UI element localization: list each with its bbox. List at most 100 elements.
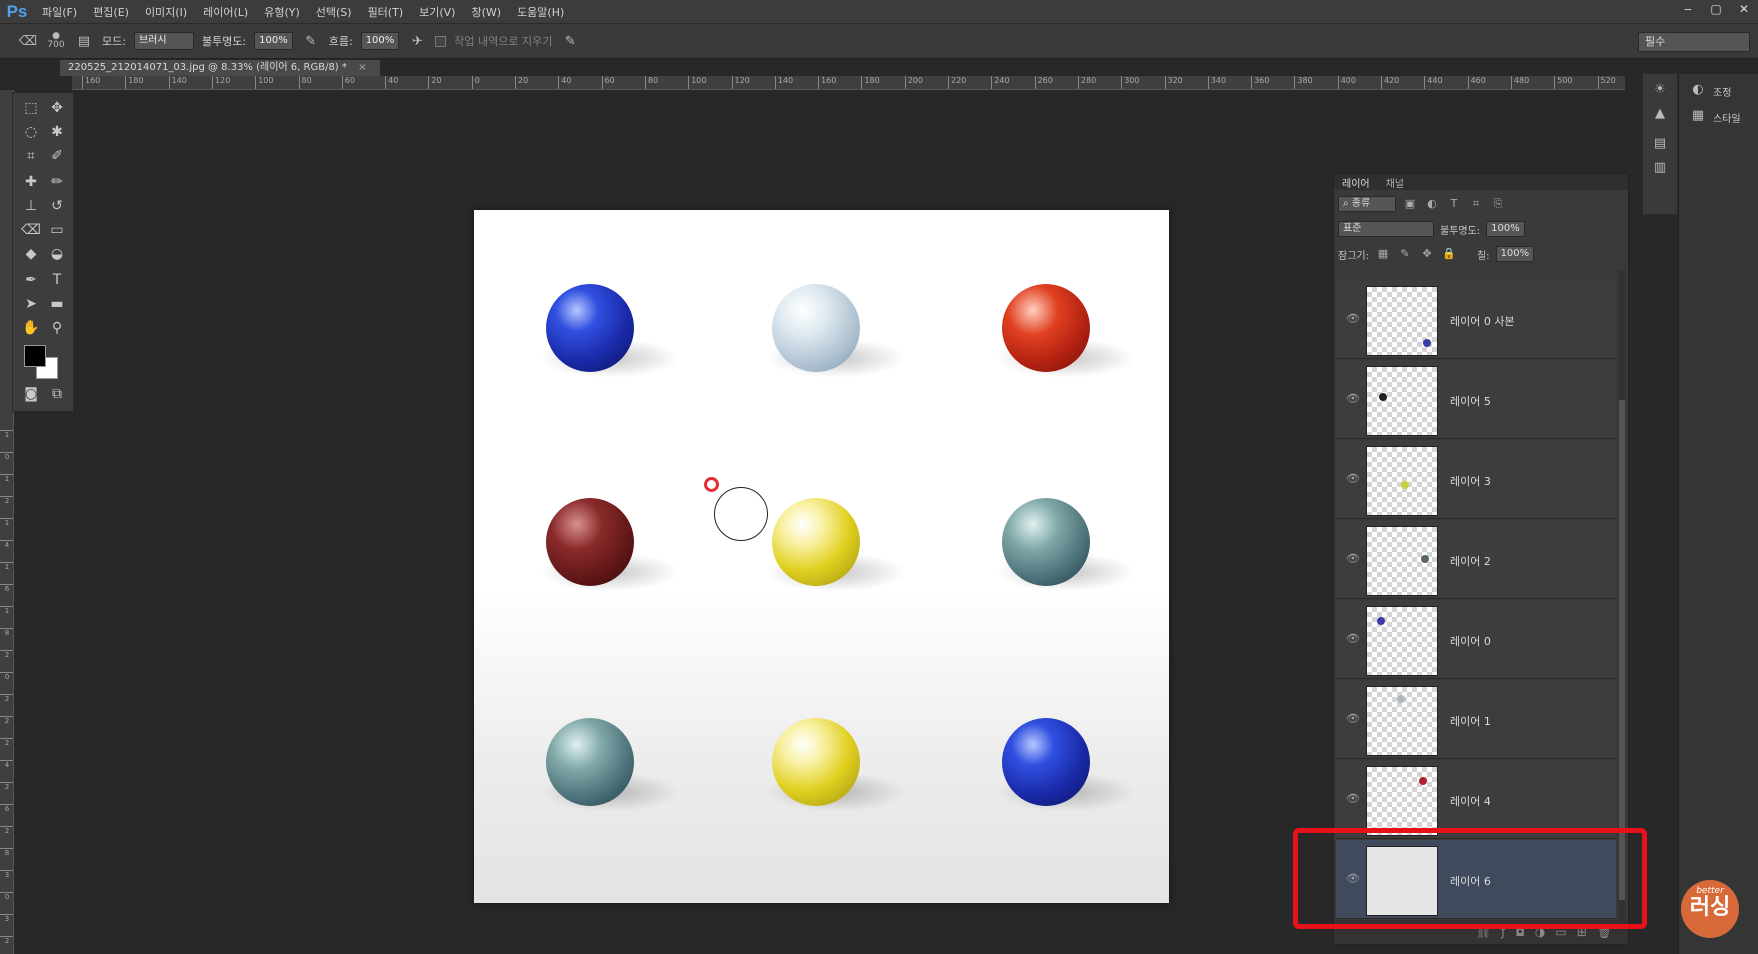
visibility-eye-icon[interactable]: 👁 (1346, 392, 1360, 406)
menu-item-1[interactable]: 편집(E) (85, 4, 137, 20)
maximize-button[interactable]: ▢ (1702, 0, 1730, 18)
history-brush-icon[interactable]: ↺ (45, 195, 69, 217)
lock-all-icon[interactable]: 🔒 (1441, 246, 1457, 262)
hand-tool-icon[interactable]: ✋ (19, 317, 43, 339)
visibility-eye-icon[interactable]: 👁 (1346, 712, 1360, 726)
layer-row[interactable]: 👁 레이어 0 (1336, 600, 1616, 679)
menu-item-7[interactable]: 보기(V) (411, 4, 463, 20)
thumbnail-marble-dot (1397, 695, 1405, 703)
pen-tool-icon[interactable]: ✒ (19, 269, 43, 291)
brush-panel-toggle-icon[interactable]: ▤ (74, 31, 94, 51)
tab-layers[interactable]: 레이어 (1334, 175, 1378, 190)
visibility-eye-icon[interactable]: 👁 (1346, 472, 1360, 486)
opacity-input[interactable]: 100% (254, 32, 293, 50)
erase-history-checkbox[interactable] (435, 35, 447, 47)
shape-tool-icon[interactable]: ▬ (45, 293, 69, 315)
layer-row[interactable]: 👁 레이어 2 (1336, 520, 1616, 599)
pressure-size-icon[interactable]: ✎ (560, 31, 580, 51)
brush-size-value: 700 (47, 40, 65, 50)
marquee-tool-icon[interactable]: ⬚ (19, 97, 43, 119)
filter-type-icon[interactable]: T (1446, 196, 1462, 212)
tab-channels[interactable]: 채널 (1378, 175, 1412, 190)
workspace-select[interactable]: 필수 (1638, 32, 1750, 52)
quick-mask-icon[interactable]: ◙ (19, 383, 43, 405)
filter-smart-object-icon[interactable]: ⎘ (1490, 196, 1506, 212)
brush-size-picker[interactable]: ● 700 (46, 31, 66, 51)
mode-select[interactable]: 브러시 (133, 32, 194, 50)
screen-mode-icon[interactable]: ⧉ (45, 383, 69, 405)
gradient-tool-icon[interactable]: ▭ (45, 219, 69, 241)
paths-dock-icon[interactable]: ▥ (1651, 160, 1669, 178)
visibility-eye-icon[interactable]: 👁 (1346, 792, 1360, 806)
layer-list-scrollbar[interactable] (1618, 270, 1626, 920)
minimize-button[interactable]: ‒ (1674, 0, 1702, 18)
dock-styles[interactable]: ▦ 스타일 (1679, 104, 1758, 130)
toolbox: ⬚ ✥ ◌ ✱ ⌗ ✐ ✚ ✏ ⊥ ↺ ⌫ ▭ ◆ ◒ ✒ T ➤ ▬ ✋ ⚲ … (12, 92, 74, 412)
zoom-tool-icon[interactable]: ⚲ (45, 317, 69, 339)
filter-adjustment-icon[interactable]: ◐ (1424, 196, 1440, 212)
visibility-eye-icon[interactable]: 👁 (1346, 632, 1360, 646)
menu-item-6[interactable]: 필터(T) (360, 4, 412, 20)
brush-tool-icon[interactable]: ✏ (45, 171, 69, 193)
move-tool-icon[interactable]: ✥ (45, 97, 69, 119)
ruler-top-tick: 120 (211, 76, 230, 89)
window-controls: ‒ ▢ ✕ (1674, 0, 1758, 24)
histogram-icon[interactable]: ▲ (1651, 106, 1669, 124)
flow-input[interactable]: 100% (360, 32, 400, 50)
marble-teal-speckle (546, 718, 634, 806)
filter-shape-icon[interactable]: ⌗ (1468, 196, 1484, 212)
ruler-left-tick: 1 (0, 518, 13, 527)
menu-item-9[interactable]: 도움말(H) (509, 4, 572, 20)
layer-row[interactable]: 👁 레이어 1 (1336, 680, 1616, 759)
ruler-left-tick: 1 (0, 430, 13, 439)
ruler-top-tick: 20 (428, 76, 442, 89)
watermark-text: 러싱 (1689, 895, 1731, 920)
layer-filter-select[interactable]: ⌕ 종류 (1338, 196, 1396, 212)
layers-dock-icon[interactable]: ▤ (1651, 136, 1669, 154)
magic-wand-icon[interactable]: ✱ (45, 121, 69, 143)
clone-stamp-icon[interactable]: ⊥ (19, 195, 43, 217)
eraser-tool-icon[interactable]: ⌫ (19, 219, 43, 241)
layer-blend-row: 표준 불투명도: 100% (1338, 221, 1525, 237)
eyedropper-icon[interactable]: ✐ (45, 145, 69, 167)
layer-row[interactable]: 👁 레이어 5 (1336, 360, 1616, 439)
horizontal-ruler[interactable]: 160 180 140 120 100 80 60 40 20 0 20 40 60 80 100 120 14… (72, 76, 1625, 90)
brightness-icon[interactable]: ☀ (1651, 82, 1669, 100)
crop-tool-icon[interactable]: ⌗ (19, 145, 43, 167)
dodge-tool-icon[interactable]: ◒ (45, 243, 69, 265)
lock-transparency-icon[interactable]: ▦ (1375, 246, 1391, 262)
visibility-eye-icon[interactable]: 👁 (1346, 552, 1360, 566)
close-window-button[interactable]: ✕ (1730, 0, 1758, 18)
ruler-top-tick: 160 (818, 76, 836, 89)
layer-row[interactable]: 👁 레이어 3 (1336, 440, 1616, 519)
scrollbar-thumb[interactable] (1619, 400, 1625, 900)
airbrush-icon[interactable]: ✈ (407, 31, 427, 51)
lasso-tool-icon[interactable]: ◌ (19, 121, 43, 143)
foreground-color-swatch[interactable] (24, 345, 46, 367)
eraser-tool-preset-icon[interactable]: ⌫ (18, 31, 38, 51)
menu-item-0[interactable]: 파일(F) (34, 4, 85, 20)
thumbnail-marble-dot (1421, 555, 1429, 563)
lock-image-icon[interactable]: ✎ (1397, 246, 1413, 262)
document-tab[interactable]: 220525_212014071_03.jpg @ 8.33% (레이어 6, … (60, 60, 380, 76)
type-tool-icon[interactable]: T (45, 269, 69, 291)
pressure-opacity-icon[interactable]: ✎ (301, 31, 321, 51)
path-selection-icon[interactable]: ➤ (19, 293, 43, 315)
dock-adjustments[interactable]: ◐ 조정 (1679, 78, 1758, 104)
document-canvas[interactable] (474, 210, 1169, 903)
fill-input[interactable]: 100% (1495, 246, 1535, 262)
blur-tool-icon[interactable]: ◆ (19, 243, 43, 265)
lock-position-icon[interactable]: ✥ (1419, 246, 1435, 262)
filter-pixel-icon[interactable]: ▣ (1402, 196, 1418, 212)
menu-item-8[interactable]: 창(W) (463, 4, 509, 20)
visibility-eye-icon[interactable]: 👁 (1346, 312, 1360, 326)
menu-item-4[interactable]: 유형(Y) (256, 4, 308, 20)
blend-mode-select[interactable]: 표준 (1338, 221, 1434, 237)
menu-item-5[interactable]: 선택(S) (308, 4, 360, 20)
menu-item-3[interactable]: 레이어(L) (195, 4, 256, 20)
layer-opacity-input[interactable]: 100% (1486, 221, 1525, 237)
healing-brush-icon[interactable]: ✚ (19, 171, 43, 193)
layer-row[interactable]: 👁 레이어 0 사본 (1336, 280, 1616, 359)
menu-item-2[interactable]: 이미지(I) (137, 4, 195, 20)
close-tab-button[interactable]: × (358, 62, 366, 73)
